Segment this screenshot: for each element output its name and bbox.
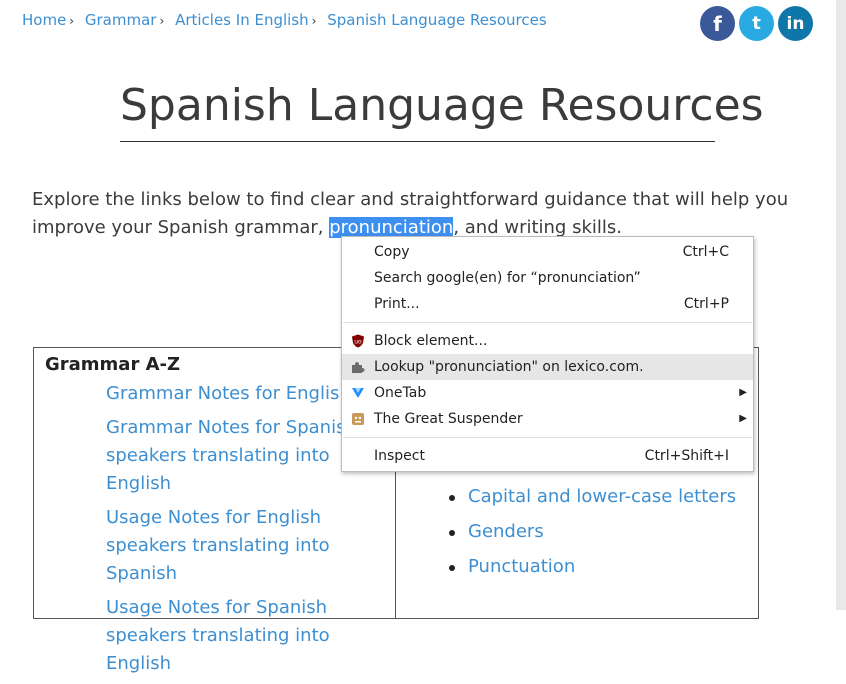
chevron-right-icon: › <box>311 14 317 28</box>
menu-item-print[interactable]: Print... Ctrl+P <box>342 291 753 317</box>
menu-item-block-element[interactable]: uo Block element... <box>342 328 753 354</box>
puzzle-extension-icon <box>351 360 365 374</box>
breadcrumb-articles[interactable]: Articles In English <box>175 11 309 29</box>
list-item[interactable]: Punctuation <box>449 553 748 581</box>
submenu-arrow-icon: ▶ <box>739 413 747 424</box>
list-item[interactable]: Capital and lower-case letters <box>449 483 748 511</box>
great-suspender-icon <box>351 412 365 426</box>
breadcrumb-home[interactable]: Home <box>22 11 66 29</box>
list-item[interactable]: Genders <box>449 518 748 546</box>
linkedin-icon[interactable]: in <box>778 6 813 41</box>
menu-item-lookup-lexico[interactable]: Lookup "pronunciation" on lexico.com. <box>342 354 753 380</box>
menu-item-search-google[interactable]: Search google(en) for “pronunciation” <box>342 265 753 291</box>
menu-item-copy[interactable]: Copy Ctrl+C <box>342 239 753 265</box>
onetab-funnel-icon <box>351 386 365 400</box>
list-item[interactable]: Usage Notes for Spanish speakers transla… <box>106 594 386 678</box>
menu-item-onetab[interactable]: OneTab ▶ <box>342 380 753 406</box>
page-title: Spanish Language Resources <box>120 80 764 142</box>
twitter-icon[interactable]: t <box>739 6 774 41</box>
svg-text:uo: uo <box>354 339 362 346</box>
chevron-right-icon: › <box>159 14 165 28</box>
facebook-icon[interactable]: f <box>700 6 735 41</box>
ublock-shield-icon: uo <box>351 334 365 348</box>
submenu-arrow-icon: ▶ <box>739 387 747 398</box>
social-share: f t in <box>700 6 813 41</box>
vertical-scrollbar[interactable] <box>836 0 846 610</box>
intro-paragraph: Explore the links below to find clear an… <box>32 186 802 242</box>
menu-separator <box>343 322 752 323</box>
menu-item-inspect[interactable]: Inspect Ctrl+Shift+I <box>342 443 753 469</box>
menu-separator <box>343 437 752 438</box>
list-item[interactable]: Usage Notes for English speakers transla… <box>106 504 386 588</box>
context-menu: Copy Ctrl+C Search google(en) for “pronu… <box>341 236 754 472</box>
selected-text[interactable]: pronunciation <box>329 217 454 238</box>
intro-text-after: , and writing skills. <box>453 217 622 238</box>
breadcrumb: Home › Grammar › Articles In English › Span… <box>22 11 547 29</box>
breadcrumb-grammar[interactable]: Grammar <box>85 11 157 29</box>
breadcrumb-current[interactable]: Spanish Language Resources <box>327 11 546 29</box>
menu-item-great-suspender[interactable]: The Great Suspender ▶ <box>342 406 753 432</box>
chevron-right-icon: › <box>69 14 75 28</box>
